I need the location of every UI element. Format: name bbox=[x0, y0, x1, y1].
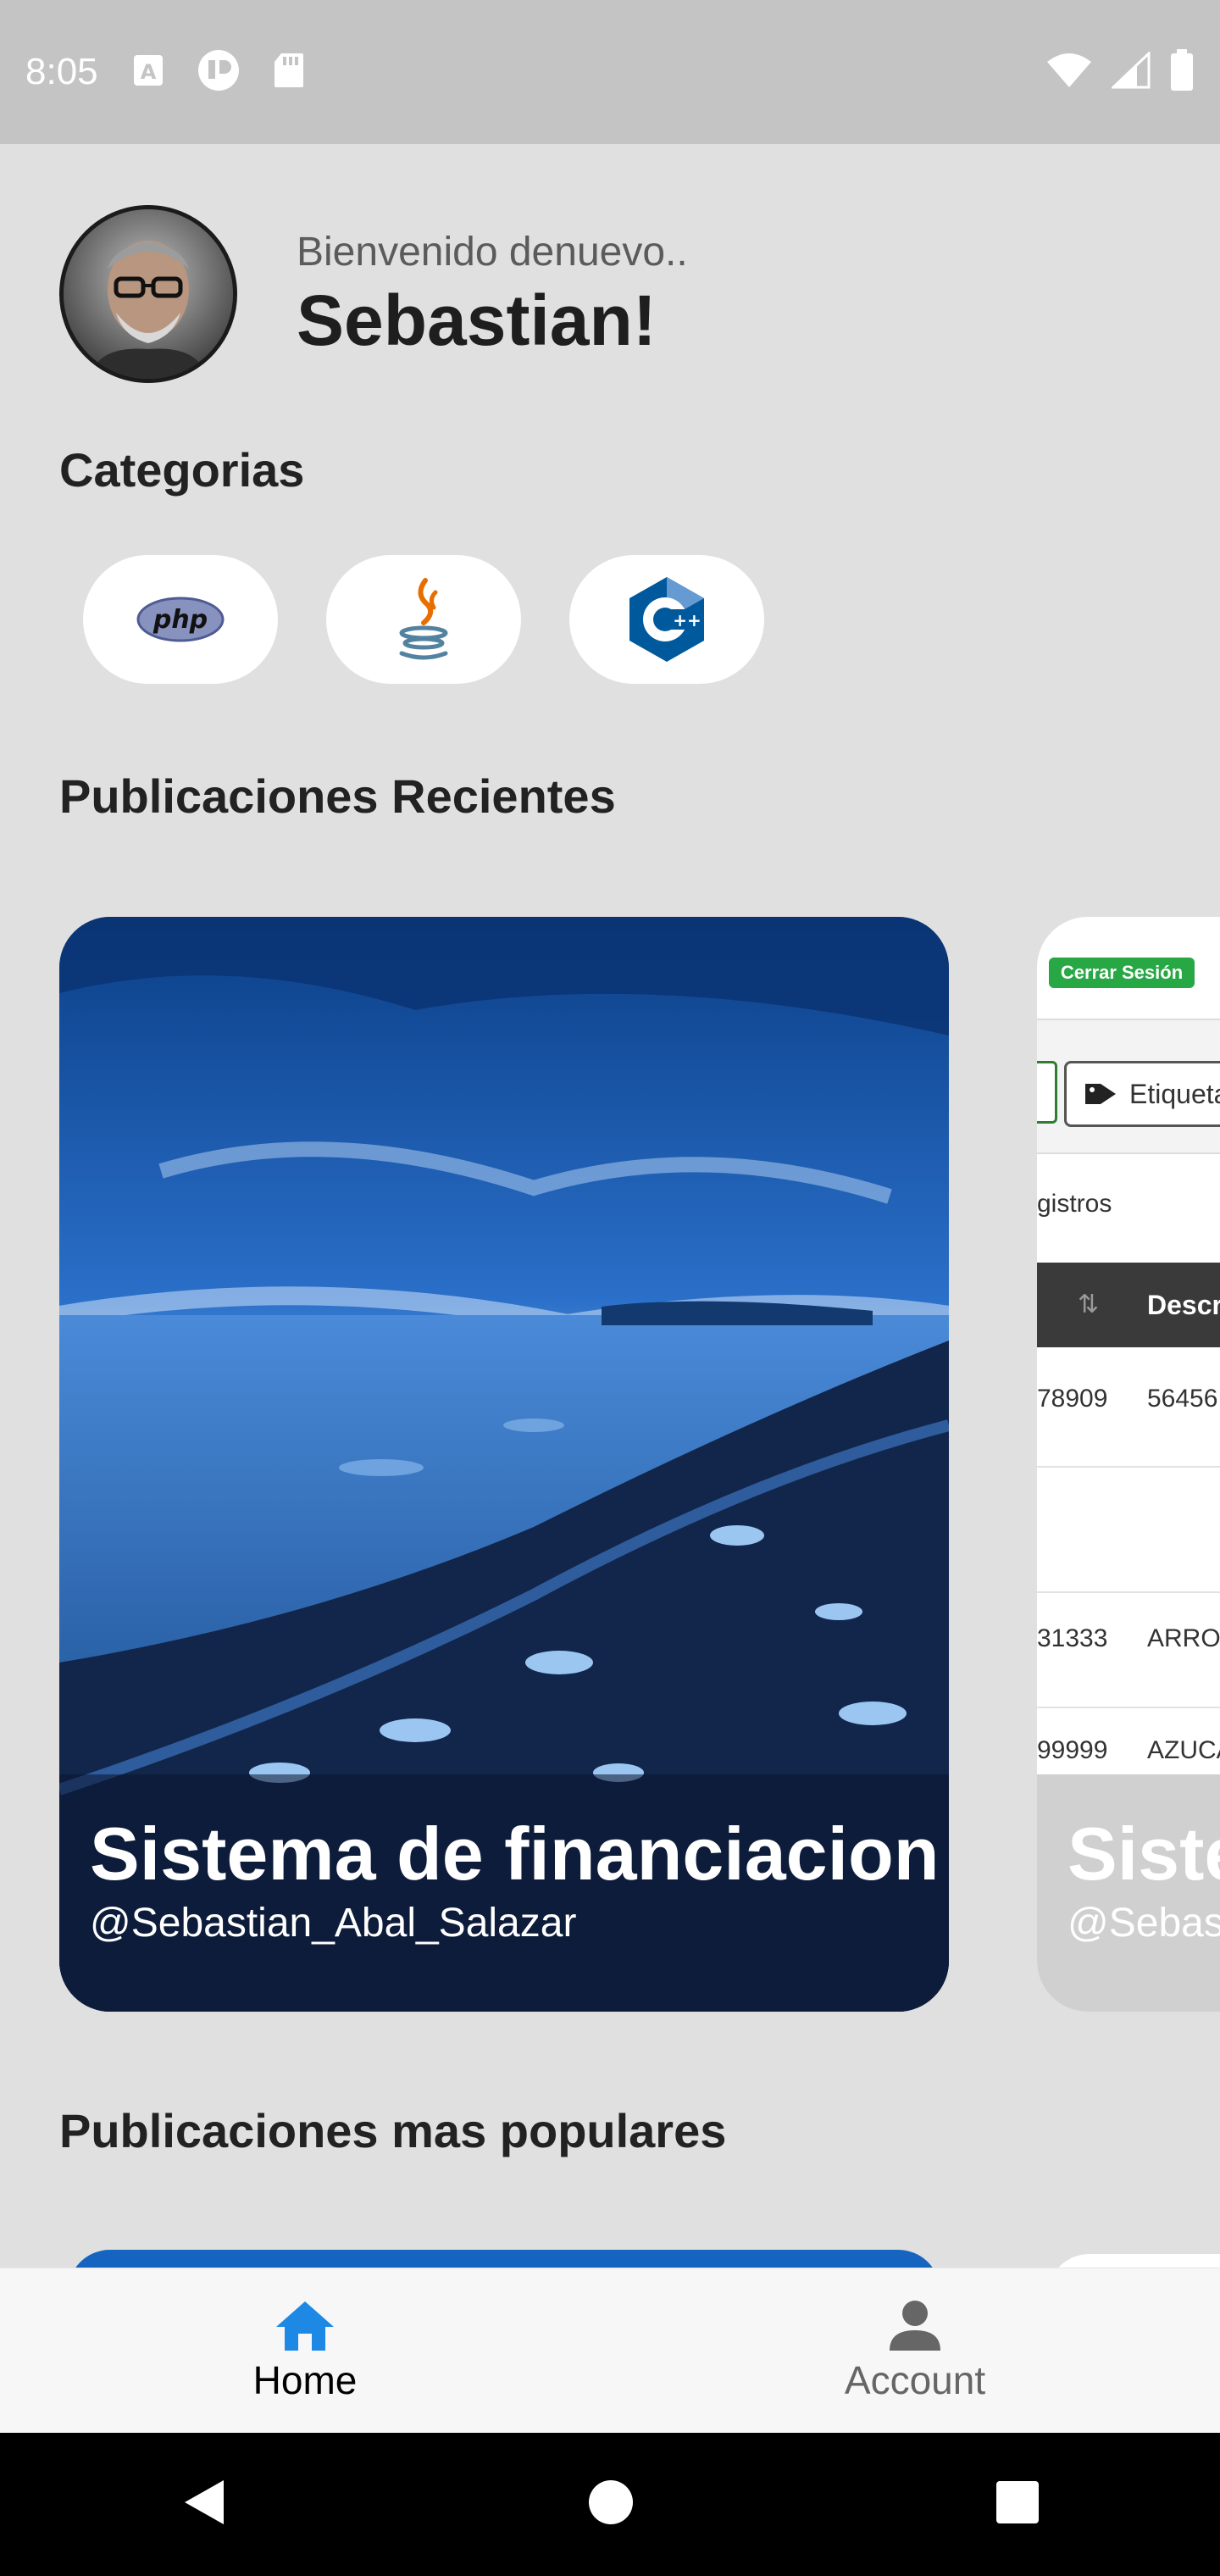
popular-publications-title: Publicaciones mas populares bbox=[59, 2104, 727, 2157]
username-heading: Sebastian! bbox=[297, 280, 657, 360]
user-avatar[interactable] bbox=[59, 205, 237, 383]
preview-cell: AZUCA bbox=[1147, 1736, 1220, 1764]
system-navigation-bar bbox=[0, 2433, 1220, 2576]
status-bar: 8:05 A bbox=[0, 0, 1220, 144]
publication-card-financiacion[interactable]: Sistema de financiacion @Sebastian_Abal_… bbox=[59, 917, 949, 2012]
svg-text:php: php bbox=[152, 605, 208, 635]
nav-account-label: Account bbox=[844, 2357, 986, 2402]
preview-cell: 99999 bbox=[1037, 1736, 1108, 1764]
category-php-chip[interactable]: php bbox=[83, 555, 278, 684]
nav-home[interactable]: Home bbox=[0, 2268, 610, 2434]
keyboard-a-icon: A bbox=[132, 53, 164, 92]
back-icon[interactable] bbox=[180, 2477, 227, 2532]
person-icon bbox=[890, 2300, 940, 2351]
home-circle-icon[interactable] bbox=[587, 2479, 635, 2530]
wifi-icon bbox=[1045, 52, 1093, 93]
home-screen: 8:05 A Bienvenido denuevo.. Sebastian! C… bbox=[0, 0, 1220, 2576]
welcome-text: Bienvenido denuevo.. bbox=[297, 230, 688, 275]
publication-card-second[interactable]: Cerrar Sesión Etiqueta gistros ⇅ Descri … bbox=[1037, 917, 1220, 2012]
preview-tag-button: Etiqueta bbox=[1064, 1061, 1220, 1127]
categories-title: Categorias bbox=[59, 443, 305, 497]
cpp-icon: ++ bbox=[629, 577, 704, 662]
recents-square-icon[interactable] bbox=[995, 2479, 1040, 2529]
preview-row-divider bbox=[1037, 1591, 1220, 1593]
preview-cell: 31333 bbox=[1037, 1624, 1108, 1652]
nav-account[interactable]: Account bbox=[610, 2268, 1220, 2434]
sort-icon: ⇅ bbox=[1078, 1291, 1100, 1319]
battery-icon bbox=[1169, 48, 1195, 96]
status-time: 8:05 bbox=[25, 51, 98, 92]
nav-home-label: Home bbox=[252, 2357, 358, 2402]
php-icon: php bbox=[136, 597, 225, 642]
category-java-chip[interactable] bbox=[326, 555, 521, 684]
category-cpp-chip[interactable]: ++ bbox=[569, 555, 764, 684]
logout-button-preview: Cerrar Sesión bbox=[1049, 958, 1195, 988]
sd-card-icon bbox=[273, 52, 305, 93]
preview-cell: 56456 bbox=[1147, 1385, 1218, 1413]
card-author: @Sebas bbox=[1068, 1901, 1220, 1946]
preview-row-divider bbox=[1037, 1466, 1220, 1468]
bottom-navigation: Home Account bbox=[0, 2268, 1220, 2433]
java-icon bbox=[399, 578, 448, 660]
preview-registros: gistros bbox=[1037, 1190, 1112, 1218]
preview-field bbox=[1037, 1061, 1057, 1124]
svg-text:++: ++ bbox=[673, 610, 702, 630]
cell-signal-icon bbox=[1110, 50, 1151, 93]
recent-publications-title: Publicaciones Recientes bbox=[59, 769, 616, 823]
preview-column-header: Descri bbox=[1147, 1290, 1220, 1320]
preview-cell: 78909 bbox=[1037, 1385, 1108, 1413]
preview-cell: ARROS bbox=[1147, 1624, 1220, 1652]
card-author: @Sebastian_Abal_Salazar bbox=[90, 1901, 577, 1946]
card-title: Siste bbox=[1068, 1812, 1220, 1896]
preview-tag-label: Etiqueta bbox=[1129, 1078, 1220, 1109]
svg-text:A: A bbox=[140, 60, 156, 84]
preview-row-divider bbox=[1037, 1707, 1220, 1708]
tag-icon bbox=[1085, 1084, 1116, 1104]
home-icon bbox=[276, 2301, 334, 2351]
privacy-icon bbox=[197, 48, 241, 97]
card-title: Sistema de financiacion bbox=[90, 1812, 940, 1896]
